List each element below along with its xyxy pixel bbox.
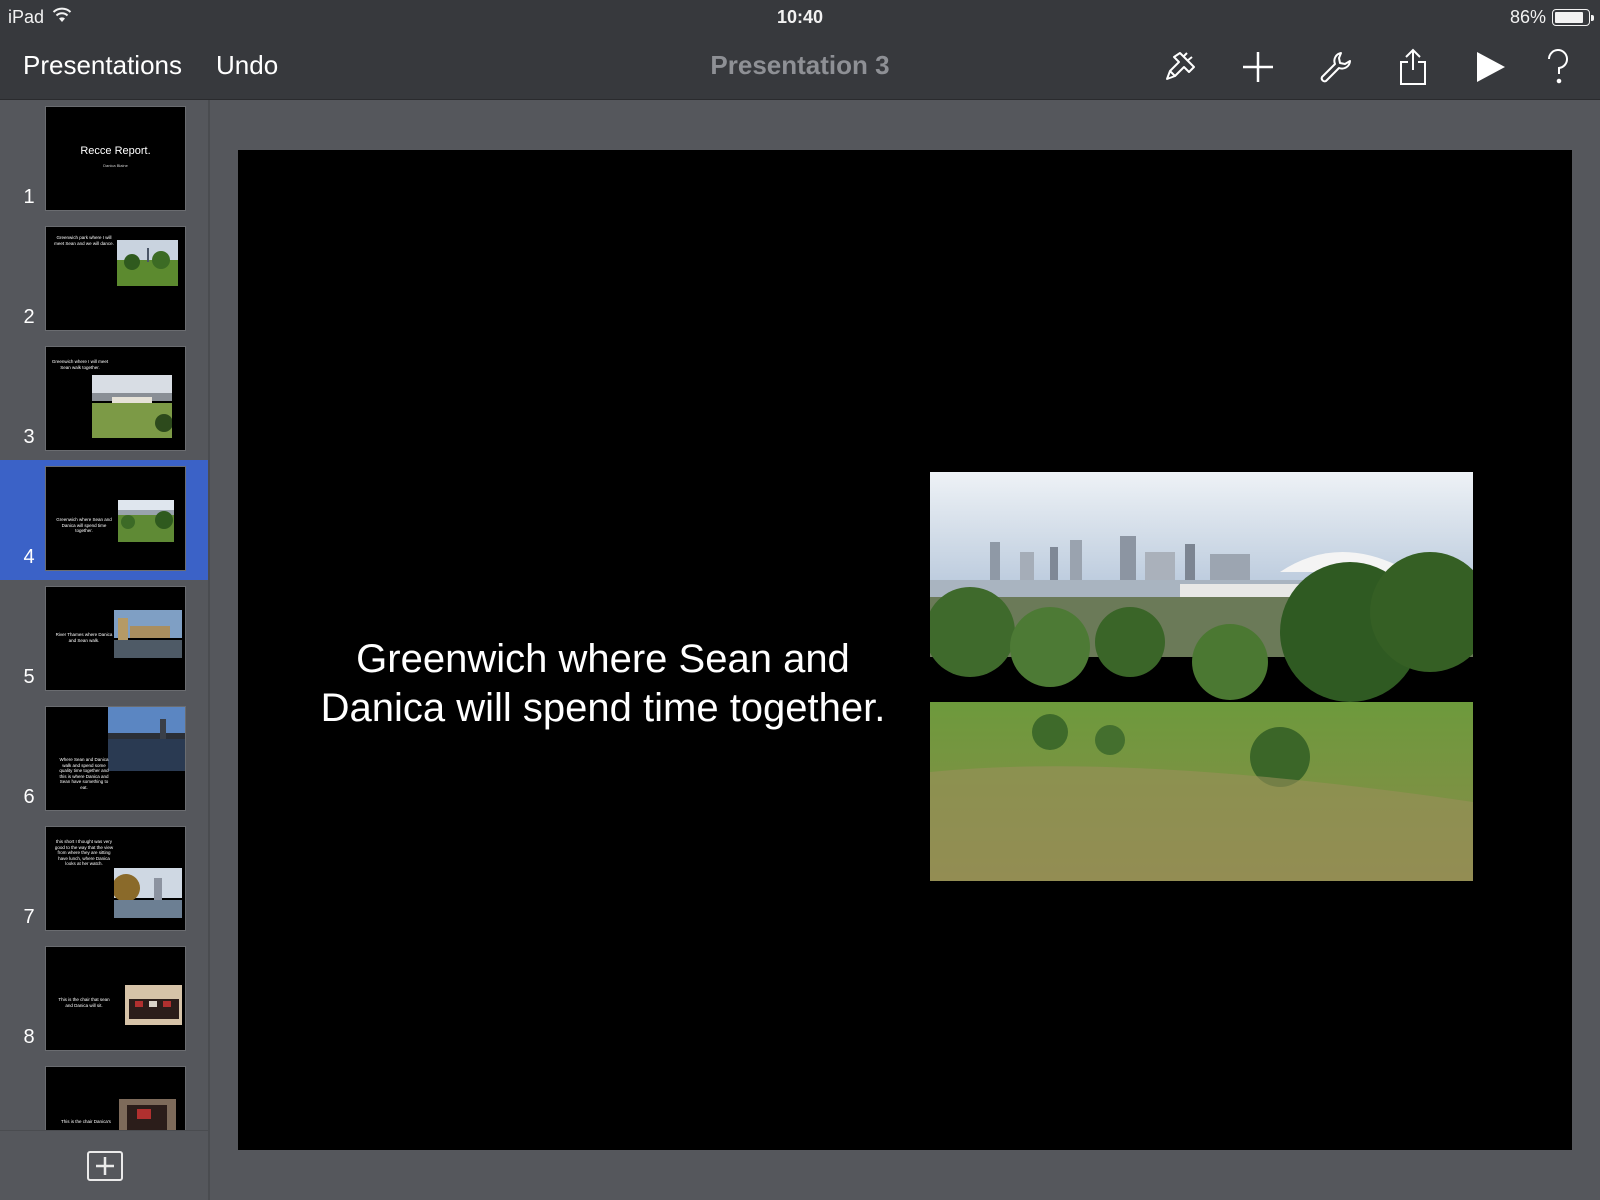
thumbnail-preview: Greenwich where Sean and Danica will spe… [45, 466, 186, 571]
thumbnail-text: Greenwich where Sean and Danica will spe… [56, 517, 112, 533]
status-time: 10:40 [776, 7, 824, 27]
chair-image [125, 985, 182, 1025]
thumbnail-text: River Thames where Danica and Sean walk. [55, 632, 113, 643]
thames-image [114, 610, 182, 658]
thumbnail-preview: Greenwich where I will meet Sean walk to… [45, 346, 186, 451]
slide-canvas: Greenwich where Sean and Danica will spe… [210, 100, 1600, 1200]
plus-icon [96, 1157, 114, 1175]
slide-thumbnail-6[interactable]: Where Sean and Danica walk and spend som… [0, 700, 208, 820]
slide-number: 4 [23, 546, 35, 568]
greenwich-image [92, 375, 172, 438]
wrench-icon[interactable] [1313, 45, 1357, 89]
thumbnail-text: Greenwich where I will meet Sean walk to… [51, 359, 109, 370]
undo-button[interactable]: Undo [216, 48, 278, 82]
top-toolbar: iPad 10:40 86% Presentations Undo Presen… [0, 0, 1600, 100]
slide-thumbnail-7[interactable]: this short I thought was very good to th… [0, 820, 208, 940]
slide-number: 7 [23, 906, 35, 928]
play-icon[interactable] [1468, 45, 1512, 89]
thumbnail-preview: This is the chair that sean and Danica w… [45, 946, 186, 1051]
park-image [117, 240, 178, 286]
add-slide-button[interactable] [87, 1151, 123, 1181]
paintbrush-icon[interactable] [1160, 45, 1204, 89]
battery-percent: 86% [1509, 7, 1546, 27]
keynote-app: iPad 10:40 86% Presentations Undo Presen… [0, 0, 1600, 1200]
thumbnail-preview: Where Sean and Danica walk and spend som… [45, 706, 186, 811]
slide-text-box[interactable]: Greenwich where Sean and Danica will spe… [318, 635, 888, 733]
status-bar-right: 86% [1509, 6, 1594, 28]
thumbnail-text: Greenwich park where I will meet Sean an… [54, 235, 114, 246]
plus-icon[interactable] [1236, 45, 1280, 89]
thumbnail-text: Where Sean and Danica walk and spend som… [59, 757, 109, 790]
slide-number: 1 [23, 186, 35, 208]
thumbnail-text: This is the chair Danica's [61, 1119, 111, 1124]
presentations-button[interactable]: Presentations [23, 48, 182, 82]
thumbnail-title: Recce Report. [80, 145, 151, 157]
slide-thumbnail-1[interactable]: Recce Report. Danica Blaine 1 [0, 100, 208, 220]
battery-icon [1552, 8, 1594, 26]
greenwich-view-image [118, 500, 174, 542]
current-slide[interactable]: Greenwich where Sean and Danica will spe… [238, 150, 1572, 1150]
slide-thumbnail-3[interactable]: Greenwich where I will meet Sean walk to… [0, 340, 208, 460]
slide-thumbnail-5[interactable]: River Thames where Danica and Sean walk.… [0, 580, 208, 700]
greenwich-panorama-image [930, 472, 1473, 881]
river-view-image [114, 868, 182, 918]
slide-number: 3 [23, 426, 35, 448]
slide-thumbnail-2[interactable]: Greenwich park where I will meet Sean an… [0, 220, 208, 340]
thumbnail-subtitle: Danica Blaine [103, 163, 128, 168]
thumbnail-preview: Recce Report. Danica Blaine [45, 106, 186, 211]
slide-number: 5 [23, 666, 35, 688]
thumbnail-text: This is the chair that sean and Danica w… [58, 997, 110, 1008]
slide-navigator: Recce Report. Danica Blaine 1 Greenwich … [0, 100, 210, 1200]
slide-thumbnail-4[interactable]: Greenwich where Sean and Danica will spe… [0, 460, 208, 580]
thumbnail-preview: River Thames where Danica and Sean walk. [45, 586, 186, 691]
slide-number: 2 [23, 306, 35, 328]
thumbnail-preview: Greenwich park where I will meet Sean an… [45, 226, 186, 331]
bridge-image [108, 707, 185, 771]
slide-thumbnail-8[interactable]: This is the chair that sean and Danica w… [0, 940, 208, 1060]
slide-number: 6 [23, 786, 35, 808]
share-icon[interactable] [1391, 45, 1435, 89]
help-icon[interactable] [1536, 45, 1580, 89]
thumbnail-text: this short I thought was very good to th… [54, 839, 114, 866]
slide-number: 8 [23, 1026, 35, 1048]
add-slide-bar [0, 1130, 208, 1200]
slide-image[interactable] [930, 472, 1473, 881]
thumbnail-preview: this short I thought was very good to th… [45, 826, 186, 931]
